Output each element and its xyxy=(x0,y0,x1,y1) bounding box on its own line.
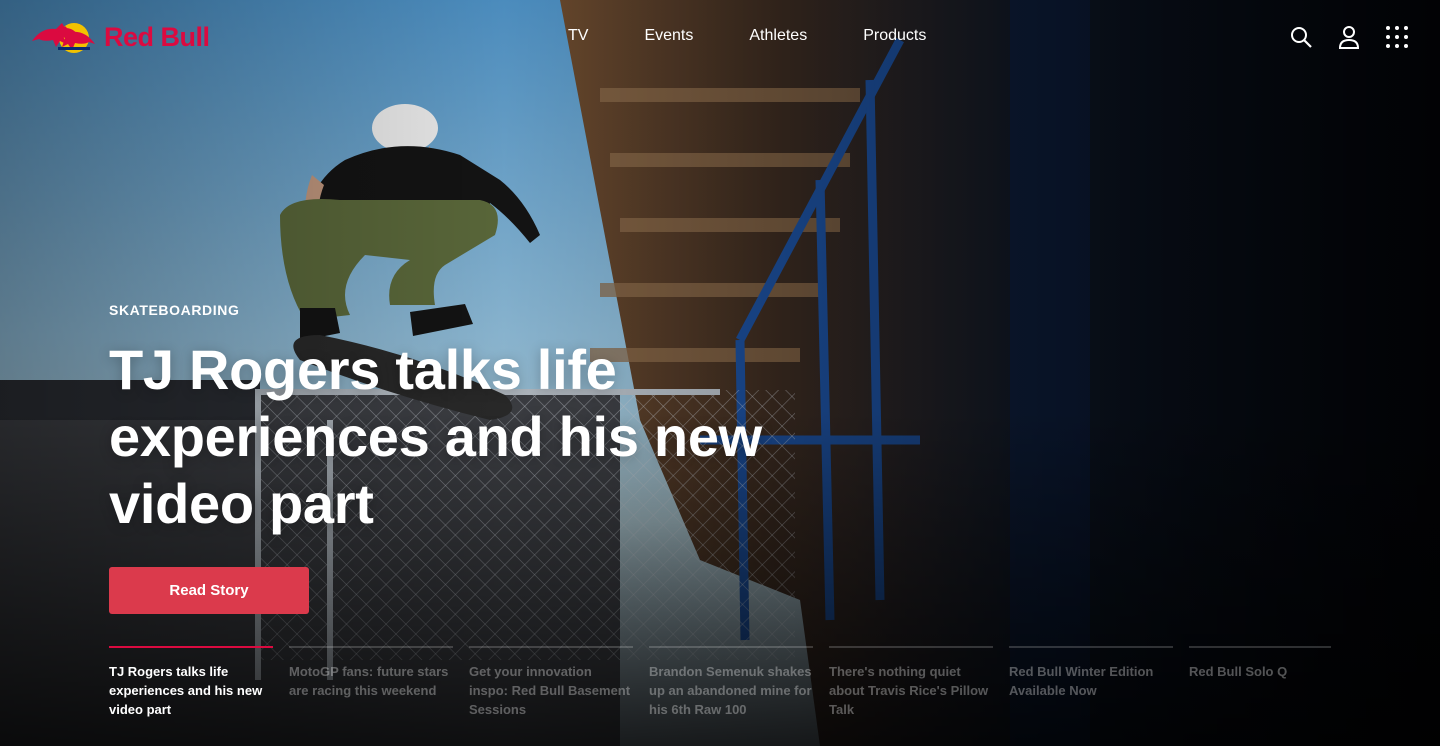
search-icon[interactable] xyxy=(1288,22,1314,52)
story-title: There's nothing quiet about Travis Rice'… xyxy=(829,664,989,717)
site-header: Red Bull TV Events Athletes Products xyxy=(0,0,1440,72)
hero-headline: TJ Rogers talks life experiences and his… xyxy=(109,338,762,535)
nav-item-products[interactable]: Products xyxy=(835,24,954,48)
story-item[interactable]: Get your innovation inspo: Red Bull Base… xyxy=(469,646,633,719)
story-item[interactable]: Brandon Semenuk shakes up an abandoned m… xyxy=(649,646,813,719)
story-item[interactable]: Red Bull Winter Edition Available Now xyxy=(1009,646,1173,719)
read-story-button[interactable]: Read Story xyxy=(109,567,309,614)
story-item[interactable]: TJ Rogers talks life experiences and his… xyxy=(109,646,273,719)
nav-item-events[interactable]: Events xyxy=(616,24,721,48)
story-title: Brandon Semenuk shakes up an abandoned m… xyxy=(649,664,812,717)
story-title: Red Bull Solo Q xyxy=(1189,664,1288,679)
user-icon[interactable] xyxy=(1336,22,1362,52)
story-carousel: TJ Rogers talks life experiences and his… xyxy=(109,646,1331,719)
main-nav: TV Events Athletes Products xyxy=(540,24,954,48)
header-actions xyxy=(1288,22,1410,52)
story-item[interactable]: There's nothing quiet about Travis Rice'… xyxy=(829,646,993,719)
nav-item-athletes[interactable]: Athletes xyxy=(721,24,835,48)
red-bull-emblem-icon xyxy=(32,23,95,53)
story-category: SKATEBOARDING xyxy=(109,302,240,318)
app-grid-icon[interactable] xyxy=(1384,22,1410,52)
story-title: MotoGP fans: future stars are racing thi… xyxy=(289,664,449,698)
red-bull-wordmark: Red Bull xyxy=(104,21,210,52)
red-bull-logo[interactable]: Red Bull xyxy=(30,18,220,56)
story-title: Get your innovation inspo: Red Bull Base… xyxy=(469,664,631,717)
story-title: TJ Rogers talks life experiences and his… xyxy=(109,664,263,717)
story-item[interactable]: Red Bull Solo Q xyxy=(1189,646,1331,719)
story-title: Red Bull Winter Edition Available Now xyxy=(1009,664,1154,698)
nav-item-tv[interactable]: TV xyxy=(540,24,616,48)
story-item[interactable]: MotoGP fans: future stars are racing thi… xyxy=(289,646,453,719)
